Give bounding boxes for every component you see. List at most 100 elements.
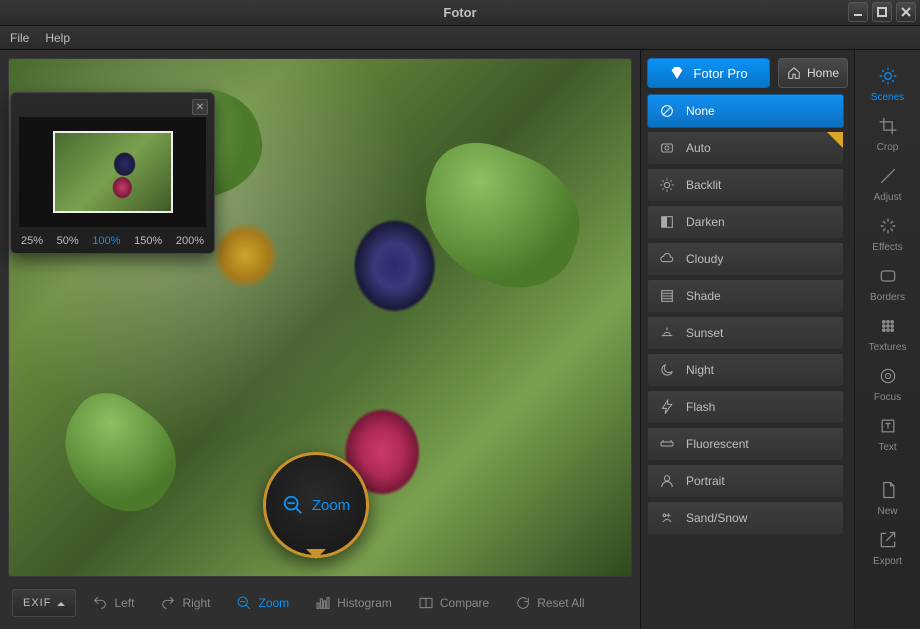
export-icon: [878, 530, 898, 553]
scene-cloudy[interactable]: Cloudy: [647, 242, 844, 276]
zoom-level-100[interactable]: 100%: [92, 235, 120, 247]
tool-label: Scenes: [871, 92, 904, 103]
scene-flash[interactable]: Flash: [647, 390, 844, 424]
compare-icon: [418, 595, 434, 611]
scene-fluorescent[interactable]: Fluorescent: [647, 427, 844, 461]
portrait-icon: [658, 472, 676, 490]
scene-label: Backlit: [686, 178, 721, 192]
maximize-button[interactable]: [872, 2, 892, 22]
app-title: Fotor: [443, 5, 476, 20]
histogram-icon: [315, 595, 331, 611]
scene-none[interactable]: None: [647, 94, 844, 128]
tool-label: Text: [878, 442, 896, 453]
close-button[interactable]: [896, 2, 916, 22]
scenes-icon: [878, 66, 898, 89]
tool-textures[interactable]: Textures: [860, 310, 916, 358]
menu-help[interactable]: Help: [45, 31, 70, 45]
tool-adjust[interactable]: Adjust: [860, 160, 916, 208]
rotate-right-icon: [160, 595, 176, 611]
navigator-thumbnail-area[interactable]: [19, 117, 206, 227]
crop-icon: [878, 116, 898, 139]
scene-label: Cloudy: [686, 252, 723, 266]
tool-text[interactable]: Text: [860, 410, 916, 458]
night-icon: [658, 361, 676, 379]
zoom-level-50[interactable]: 50%: [57, 235, 79, 247]
exif-button[interactable]: EXIF: [12, 589, 76, 617]
scene-label: None: [686, 104, 715, 118]
focus-icon: [878, 366, 898, 389]
scene-night[interactable]: Night: [647, 353, 844, 387]
zoom-callout: Zoom: [263, 452, 369, 558]
reset-all-icon: [515, 595, 531, 611]
toolbar-compare[interactable]: Compare: [406, 589, 501, 617]
sandsnow-icon: [658, 509, 676, 527]
title-bar: Fotor: [0, 0, 920, 26]
fluorescent-icon: [658, 435, 676, 453]
scene-sandsnow[interactable]: Sand/Snow: [647, 501, 844, 535]
fotor-pro-button[interactable]: Fotor Pro: [647, 58, 770, 88]
minimize-button[interactable]: [848, 2, 868, 22]
scene-label: Sunset: [686, 326, 723, 340]
bottom-toolbar: EXIF LeftRightZoomHistogramCompareReset …: [8, 585, 632, 621]
tool-export[interactable]: Export: [860, 524, 916, 572]
shade-icon: [658, 287, 676, 305]
tool-label: Textures: [869, 342, 907, 353]
tool-label: Effects: [872, 242, 902, 253]
tool-effects[interactable]: Effects: [860, 210, 916, 258]
scene-sunset[interactable]: Sunset: [647, 316, 844, 350]
toolbar-histogram[interactable]: Histogram: [303, 589, 404, 617]
scene-label: Sand/Snow: [686, 511, 747, 525]
tool-label: Adjust: [874, 192, 902, 203]
scene-portrait[interactable]: Portrait: [647, 464, 844, 498]
tool-label: Focus: [874, 392, 901, 403]
diamond-icon: [669, 65, 685, 81]
navigator-thumbnail: [53, 131, 173, 213]
scene-label: Flash: [686, 400, 715, 414]
tool-label: New: [877, 506, 897, 517]
scene-label: Auto: [686, 141, 711, 155]
toolbar-rotate-left[interactable]: Left: [80, 589, 146, 617]
auto-icon: [658, 139, 676, 157]
effects-icon: [878, 216, 898, 239]
tool-crop[interactable]: Crop: [860, 110, 916, 158]
scene-darken[interactable]: Darken: [647, 205, 844, 239]
toolbar-reset-all[interactable]: Reset All: [503, 589, 596, 617]
flash-icon: [658, 398, 676, 416]
zoom-level-200[interactable]: 200%: [176, 235, 204, 247]
new-icon: [878, 480, 898, 503]
scene-label: Night: [686, 363, 714, 377]
rotate-left-icon: [92, 595, 108, 611]
backlit-icon: [658, 176, 676, 194]
tool-label: Borders: [870, 292, 905, 303]
tool-focus[interactable]: Focus: [860, 360, 916, 408]
none-icon: [658, 102, 676, 120]
scene-backlit[interactable]: Backlit: [647, 168, 844, 202]
pro-badge: [827, 132, 843, 148]
tool-borders[interactable]: Borders: [860, 260, 916, 308]
menu-file[interactable]: File: [10, 31, 29, 45]
zoom-icon: [236, 595, 252, 611]
scene-label: Fluorescent: [686, 437, 749, 451]
zoom-out-icon: [282, 494, 304, 516]
scene-shade[interactable]: Shade: [647, 279, 844, 313]
scene-label: Shade: [686, 289, 721, 303]
tool-label: Export: [873, 556, 902, 567]
home-button[interactable]: Home: [778, 58, 848, 88]
tool-new[interactable]: New: [860, 474, 916, 522]
sunset-icon: [658, 324, 676, 342]
text-icon: [878, 416, 898, 439]
darken-icon: [658, 213, 676, 231]
menu-bar: File Help: [0, 26, 920, 50]
scene-label: Portrait: [686, 474, 725, 488]
home-icon: [787, 66, 801, 80]
toolbar-zoom[interactable]: Zoom: [224, 589, 301, 617]
adjust-icon: [878, 166, 898, 189]
zoom-level-25[interactable]: 25%: [21, 235, 43, 247]
navigator-panel[interactable]: ✕ 25% 50% 100% 150% 200%: [10, 92, 215, 254]
zoom-level-150[interactable]: 150%: [134, 235, 162, 247]
navigator-close-button[interactable]: ✕: [192, 99, 208, 115]
toolbar-rotate-right[interactable]: Right: [148, 589, 222, 617]
tool-scenes[interactable]: Scenes: [860, 60, 916, 108]
scene-auto[interactable]: Auto: [647, 131, 844, 165]
borders-icon: [878, 266, 898, 289]
